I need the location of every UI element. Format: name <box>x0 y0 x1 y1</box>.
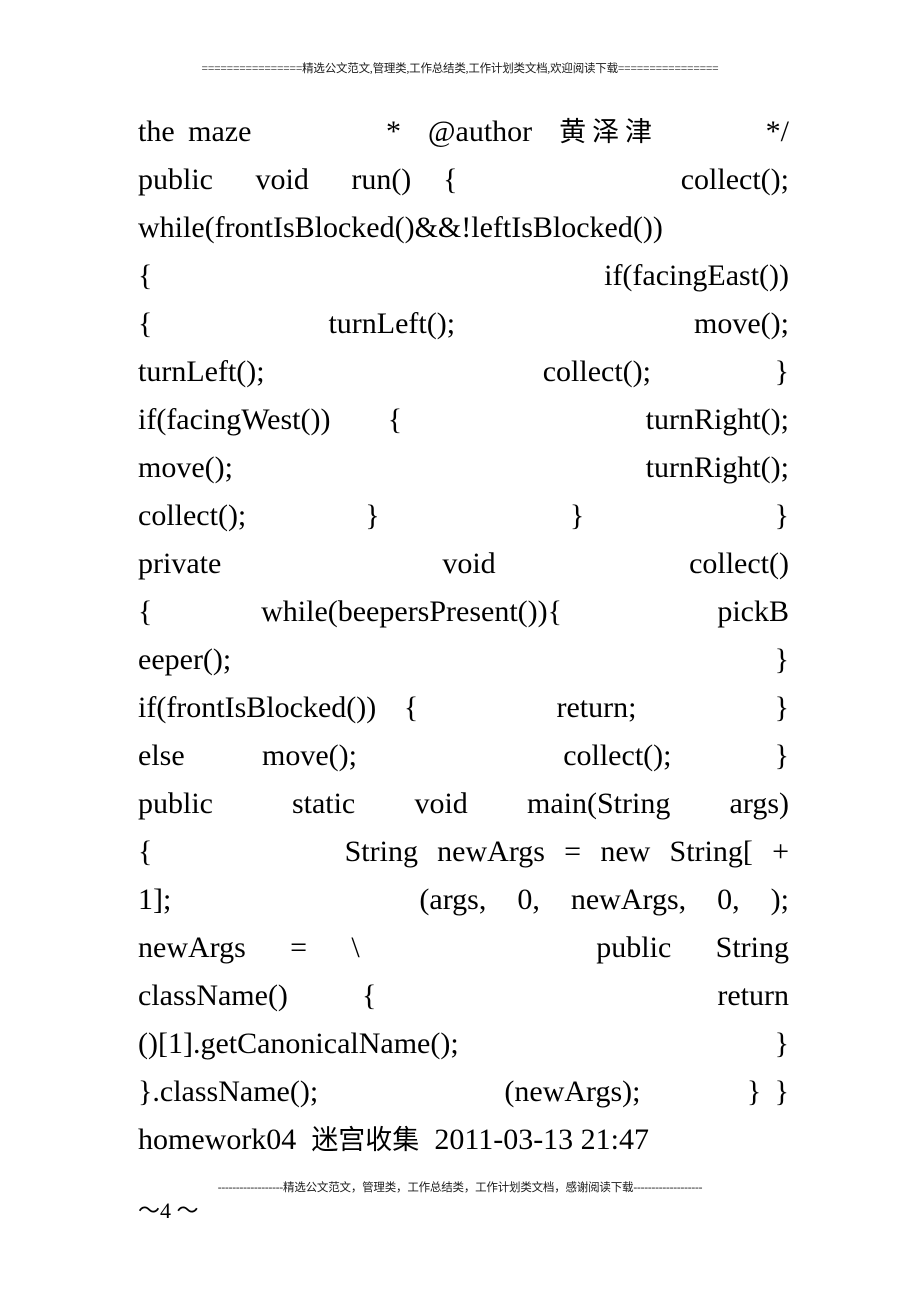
text-line: private void collect() <box>138 547 789 580</box>
text-line: move(); turnRight(); <box>138 451 789 484</box>
text-line: else move(); collect(); } <box>138 739 789 772</box>
text-line: className() { return <box>138 979 789 1012</box>
text-line: while(frontIsBlocked()&&!leftIsBlocked()… <box>138 211 663 244</box>
text-line: { if(facingEast()) <box>138 259 789 292</box>
text-line: }.className(); (newArgs); } } <box>138 1075 789 1108</box>
footer-banner: ------------------精选公文范文，管理类，工作总结类，工作计划类… <box>217 1182 703 1194</box>
document-page: ================精选公文范文,管理类,工作总结类,工作计划类文档… <box>0 0 920 1302</box>
text-line: public void run() { collect(); <box>138 163 789 196</box>
text-line: homework04 迷宫收集 2011-03-13 21:47 <box>138 1123 650 1156</box>
cjk-text: 迷宫收集 <box>311 1125 420 1156</box>
text-line: 1]; (args, 0, newArgs, 0, ); <box>138 883 789 916</box>
text-line: ()[1].getCanonicalName(); } <box>138 1027 789 1060</box>
text-line: the maze * @author 黄泽津 */ <box>138 115 790 148</box>
text-line: { turnLeft(); move(); <box>138 307 789 340</box>
text-line: newArgs = \ public String <box>138 931 789 964</box>
text-line: turnLeft(); collect(); } <box>138 355 789 388</box>
text-line: { String newArgs = new String[ + <box>138 835 789 868</box>
text-line: if(facingWest()) { turnRight(); <box>138 403 789 436</box>
text-line: public static void main(String args) <box>138 787 789 820</box>
text-line: collect(); } } } <box>138 499 789 532</box>
text-line: if(frontIsBlocked()) { return; } <box>138 691 789 724</box>
cjk-text: 黄泽津 <box>559 117 658 148</box>
text-line: { while(beepersPresent()){ pickB <box>138 595 789 628</box>
page-number-marker: ～4 ～ <box>138 1198 199 1223</box>
document-body: the maze * @author 黄泽津 */ public void run… <box>138 108 789 1164</box>
text-line: eeper(); } <box>138 643 789 676</box>
header-banner: ================精选公文范文,管理类,工作总结类,工作计划类文档… <box>201 63 719 75</box>
